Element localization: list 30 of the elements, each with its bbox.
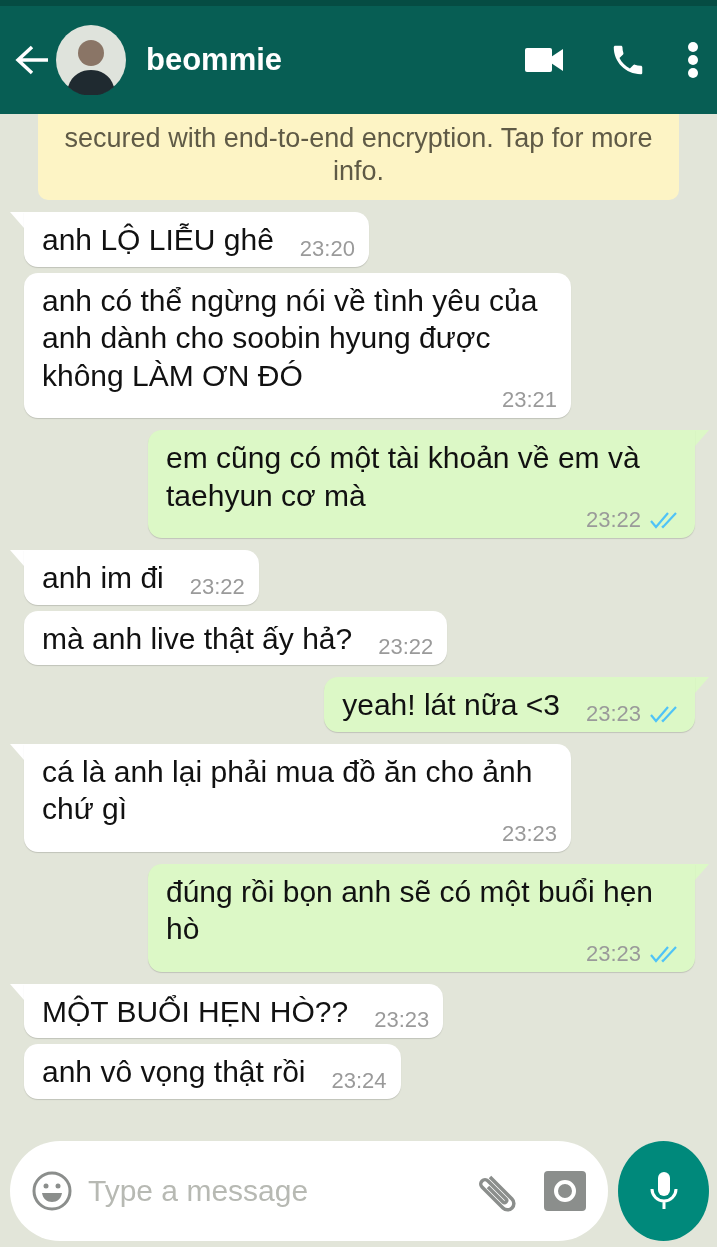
message-text: cá là anh lại phải mua đồ ăn cho ảnh chứ gì	[42, 753, 534, 826]
message-time: 23:21	[501, 390, 557, 410]
message-text: anh có thể ngừng nói về tình yêu của anh dành cho soobin hyung được không LÀM ƠN ĐÓ	[42, 282, 539, 392]
message-text: anh im đi	[42, 560, 164, 596]
back-arrow-icon[interactable]	[14, 44, 50, 76]
message-text: yeah! lát nữa <3	[342, 687, 560, 723]
microphone-icon	[648, 1172, 679, 1210]
message-input[interactable]: Type a message	[86, 1173, 476, 1209]
message-time: 23:23	[374, 1010, 430, 1030]
video-camera-icon[interactable]	[525, 48, 563, 72]
avatar[interactable]	[56, 25, 126, 95]
message-time: 23:20	[299, 238, 355, 259]
message-text: em cũng có một tài khoản về em và taehyun cơ mà	[166, 440, 641, 512]
message-text: anh LỘ LIỄU ghê	[42, 222, 274, 258]
message-time: 23:23	[501, 823, 557, 844]
camera-icon[interactable]	[544, 1171, 586, 1211]
message-time: 23:22	[189, 576, 245, 597]
more-options-icon[interactable]	[687, 42, 699, 78]
message-time: 23:24	[331, 1070, 387, 1091]
message-text: đúng rồi bọn anh sẽ có một buổi hẹn hò	[166, 873, 655, 946]
message-time: 23:23	[585, 703, 641, 724]
encryption-notice[interactable]: secured with end-to-end encryption. Tap for more info.	[38, 114, 679, 200]
contact-name: beommie	[146, 42, 284, 78]
message-text: mà anh live thật ấy hả?	[42, 620, 353, 657]
message-time: 23:23	[585, 943, 641, 964]
emoji-icon[interactable]	[32, 1171, 72, 1211]
message-text: MỘT BUỔI HẸN HÒ??	[42, 993, 349, 1030]
message-text: anh vô vọng thật rồi	[42, 1054, 306, 1090]
message-time: 23:22	[585, 510, 641, 530]
message-time: 23:22	[378, 637, 434, 657]
